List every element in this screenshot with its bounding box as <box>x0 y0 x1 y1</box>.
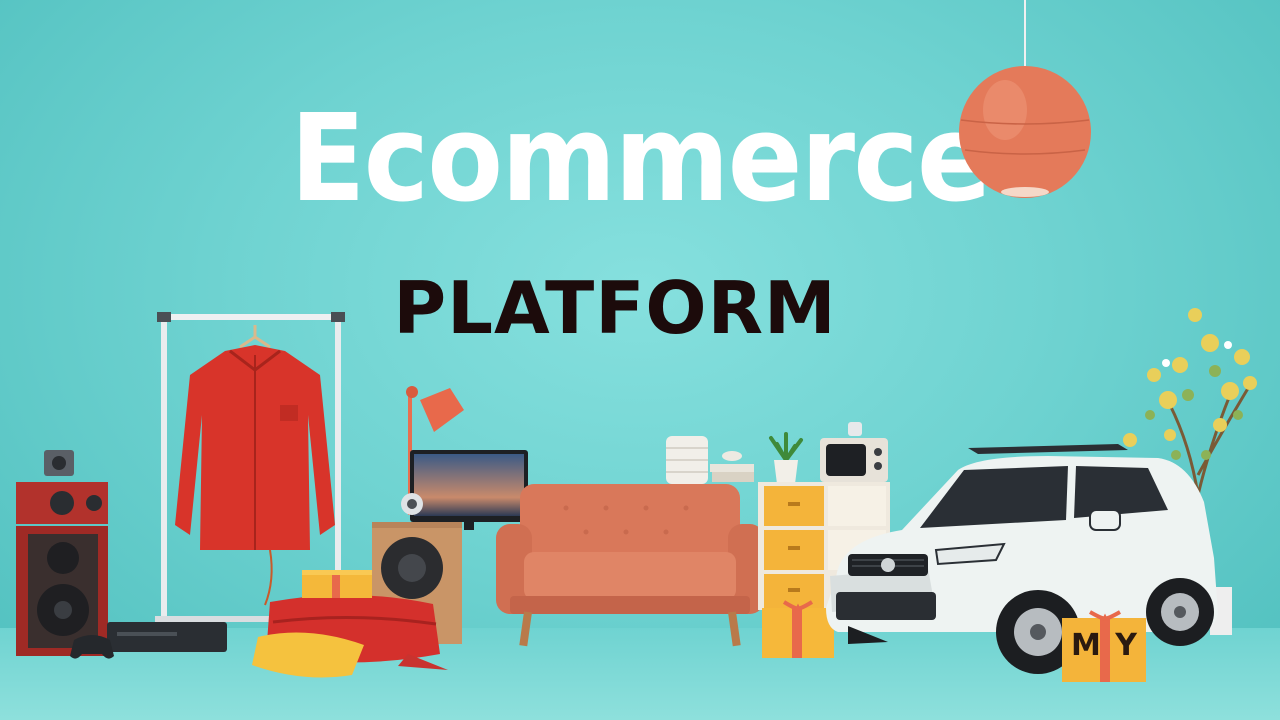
pendant-lamp-icon <box>955 0 1100 200</box>
suv-car-icon <box>818 436 1222 682</box>
pillow-icon <box>248 625 368 680</box>
potted-plant-icon <box>765 432 807 486</box>
gift-box-icon <box>664 434 756 486</box>
ecommerce-banner: Ecommerce PLATFORM M Y <box>0 0 1280 720</box>
gift-box-icon <box>300 568 374 600</box>
sofa-icon <box>496 480 764 650</box>
dvd-player-icon <box>105 618 230 658</box>
gamepad-icon <box>68 622 116 664</box>
subtitle-platform: PLATFORM <box>393 266 837 350</box>
gift-box-label: M Y <box>1070 628 1140 663</box>
